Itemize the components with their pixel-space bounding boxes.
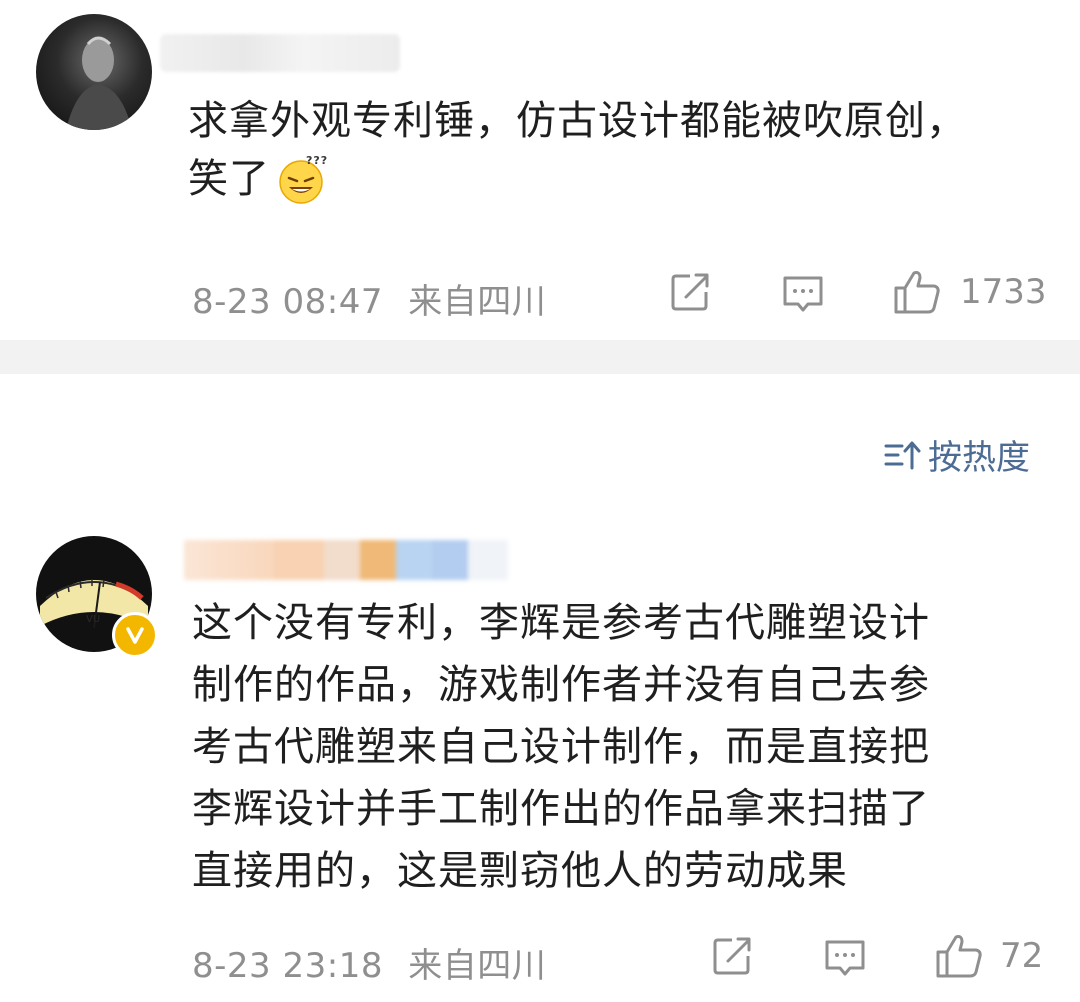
username-blurred[interactable] (184, 540, 508, 580)
section-divider (0, 340, 1080, 374)
reply-button[interactable] (822, 936, 868, 980)
reply-button[interactable] (780, 272, 826, 316)
sort-label: 按热度 (928, 438, 1030, 478)
comment-text: 求拿外观专利锤，仿古设计都能被吹原创， 笑了 ??? (188, 92, 1048, 208)
sort-by-hot-button[interactable]: 按热度 (884, 430, 1030, 479)
comment-text-line: 求拿外观专利锤，仿古设计都能被吹原创， (188, 98, 967, 144)
dizzy-grin-emoji-icon: ??? (276, 152, 330, 206)
comment-text-line: 直接用的，这是剽窃他人的劳动成果 (192, 848, 848, 894)
username-blurred[interactable] (160, 34, 400, 72)
location: 来自四川 (408, 282, 547, 322)
like-button[interactable]: 72 (934, 932, 1043, 980)
verified-badge-icon (112, 612, 158, 658)
like-button[interactable]: 1733 (892, 268, 1047, 316)
comment-text-line: 这个没有专利，李辉是参考古代雕塑设计 (192, 600, 930, 646)
comment-text: 这个没有专利，李辉是参考古代雕塑设计 制作的作品，游戏制作者并没有自己去参 考古… (192, 592, 1052, 902)
comment-item-1: 求拿外观专利锤，仿古设计都能被吹原创， 笑了 ??? 8-23 08:47 来自… (0, 0, 1080, 340)
timestamp: 8-23 08:47 (192, 282, 383, 322)
thumbs-up-icon (936, 935, 982, 978)
comment-item-2: VU 这个没有专利，李辉是参考古代雕塑设计 制作的作品，游戏制作者并没有自己去参… (0, 520, 1080, 1002)
like-count: 72 (1000, 936, 1044, 976)
share-button[interactable] (668, 270, 712, 314)
location: 来自四川 (408, 946, 547, 986)
share-icon (671, 273, 709, 311)
comment-text-line: 笑了 (188, 156, 270, 202)
comment-meta: 8-23 08:47 来自四川 (192, 274, 546, 323)
avatar[interactable] (36, 14, 152, 130)
comment-text-line: 李辉设计并手工制作出的作品拿来扫描了 (192, 786, 930, 832)
comment-text-line: 考古代雕塑来自己设计制作，而是直接把 (192, 724, 930, 770)
thumbs-up-icon (894, 271, 940, 314)
comment-meta: 8-23 23:18 来自四川 (192, 938, 546, 987)
svg-text:VU: VU (86, 614, 100, 625)
comment-icon (825, 940, 865, 976)
comment-icon (783, 276, 823, 312)
share-icon (713, 937, 751, 975)
share-button[interactable] (710, 934, 754, 978)
avatar-image (66, 36, 132, 130)
comment-text-line: 制作的作品，游戏制作者并没有自己去参 (192, 662, 930, 708)
like-count: 1733 (960, 272, 1047, 312)
svg-text:???: ??? (306, 154, 328, 167)
timestamp: 8-23 23:18 (192, 946, 383, 986)
sort-icon (884, 441, 921, 469)
